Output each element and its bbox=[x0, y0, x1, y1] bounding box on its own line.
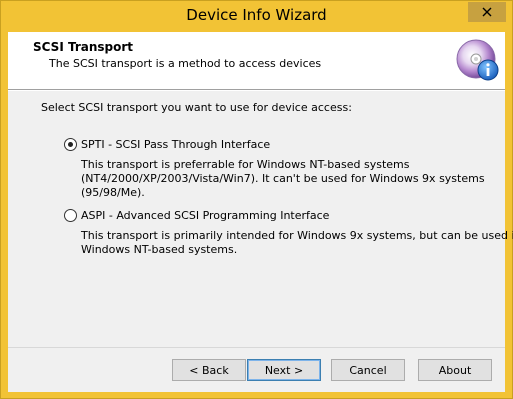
option-spti[interactable]: SPTI - SCSI Pass Through Interface bbox=[64, 136, 270, 152]
spti-description-line: This transport is preferrable for Window… bbox=[81, 158, 410, 171]
close-button[interactable] bbox=[468, 2, 506, 22]
wizard-window: Device Info Wizard SCSI Transport The SC… bbox=[0, 0, 513, 399]
option-aspi[interactable]: ASPI - Advanced SCSI Programming Interfa… bbox=[64, 207, 329, 223]
button-separator bbox=[8, 347, 505, 349]
close-icon bbox=[482, 7, 492, 17]
header-subtitle: The SCSI transport is a method to access… bbox=[49, 57, 322, 70]
header-divider bbox=[8, 89, 505, 91]
transport-prompt: Select SCSI transport you want to use fo… bbox=[41, 101, 352, 114]
aspi-radio[interactable] bbox=[64, 208, 77, 222]
aspi-description-line: Windows NT-based systems. bbox=[81, 243, 238, 256]
window-title: Device Info Wizard bbox=[186, 6, 327, 24]
aspi-label[interactable]: ASPI - Advanced SCSI Programming Interfa… bbox=[81, 209, 329, 222]
next-button[interactable]: Next > bbox=[247, 359, 321, 381]
wizard-client-area: SCSI Transport The SCSI transport is a m… bbox=[8, 32, 513, 392]
about-button[interactable]: About bbox=[418, 359, 492, 381]
cancel-button[interactable]: Cancel bbox=[331, 359, 405, 381]
spti-description-line: (NT4/2000/XP/2003/Vista/Win7). It can't … bbox=[81, 172, 485, 185]
disc-info-icon bbox=[456, 39, 499, 81]
wizard-header: SCSI Transport The SCSI transport is a m… bbox=[8, 32, 505, 89]
header-title: SCSI Transport bbox=[33, 40, 134, 54]
aspi-description: This transport is primarily intended for… bbox=[81, 229, 513, 257]
spti-description: This transport is preferrable for Window… bbox=[81, 158, 485, 200]
back-button[interactable]: < Back bbox=[172, 359, 246, 381]
title-bar[interactable]: Device Info Wizard bbox=[1, 1, 512, 32]
spti-description-line: (95/98/Me). bbox=[81, 186, 145, 199]
aspi-description-line: This transport is primarily intended for… bbox=[81, 229, 513, 242]
spti-radio[interactable] bbox=[64, 137, 77, 151]
spti-label[interactable]: SPTI - SCSI Pass Through Interface bbox=[81, 138, 270, 151]
